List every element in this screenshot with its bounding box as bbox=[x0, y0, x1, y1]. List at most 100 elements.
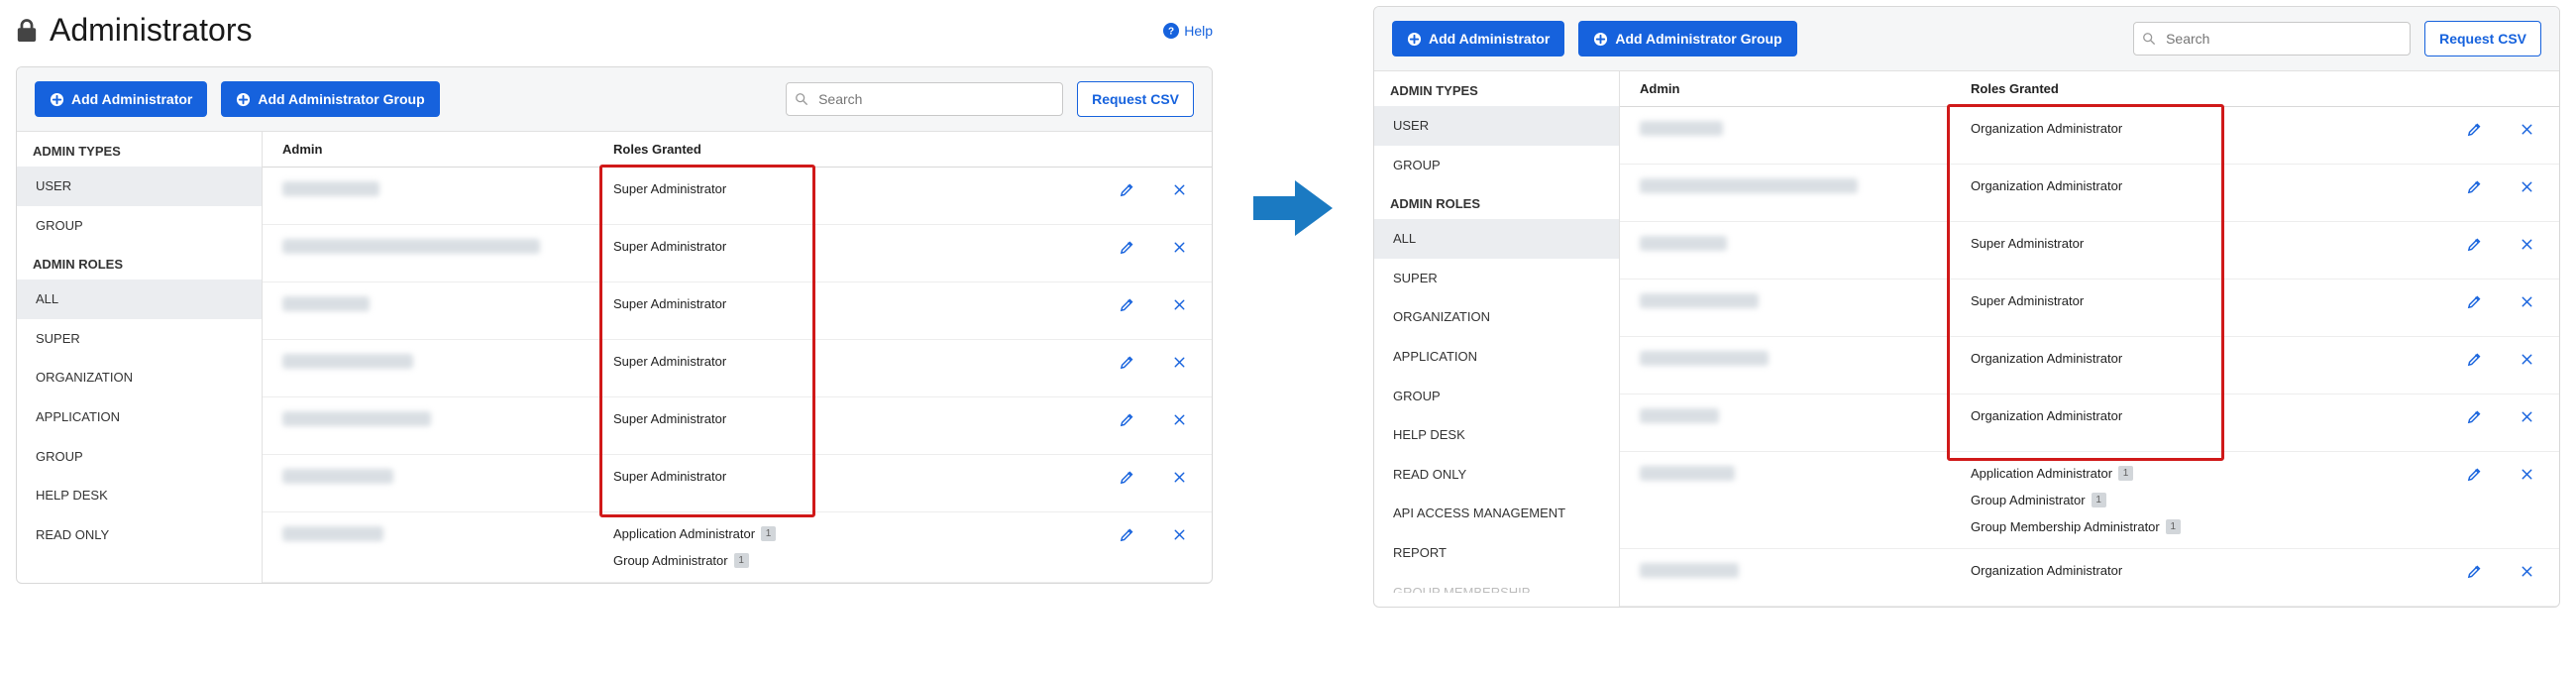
edit-icon[interactable] bbox=[1119, 181, 1135, 198]
sidebar-item[interactable]: SUPER bbox=[1374, 259, 1619, 298]
edit-icon[interactable] bbox=[1119, 411, 1135, 428]
sidebar-item[interactable]: GROUP bbox=[1374, 377, 1619, 416]
admin-cell[interactable] bbox=[1630, 466, 1967, 484]
edit-icon[interactable] bbox=[1119, 469, 1135, 486]
add-group-button[interactable]: Add Administrator Group bbox=[1578, 21, 1796, 56]
request-csv-button[interactable]: Request CSV bbox=[2424, 21, 2541, 56]
add-group-button[interactable]: Add Administrator Group bbox=[221, 81, 439, 117]
add-admin-label: Add Administrator bbox=[71, 91, 192, 107]
role-line: Super Administrator bbox=[613, 239, 1085, 254]
admin-cell[interactable] bbox=[1630, 351, 1967, 369]
close-icon[interactable] bbox=[2519, 236, 2535, 253]
sidebar-item[interactable]: ORGANIZATION bbox=[1374, 297, 1619, 337]
add-admin-button[interactable]: Add Administrator bbox=[1392, 21, 1564, 56]
roles-cell: Super Administrator bbox=[609, 469, 1085, 484]
sidebar-item[interactable]: ALL bbox=[1374, 219, 1619, 259]
table-row: Super Administrator bbox=[263, 225, 1212, 282]
sidebar-item[interactable]: GROUP bbox=[17, 437, 262, 477]
edit-icon[interactable] bbox=[2466, 351, 2483, 368]
sidebar-item[interactable]: API ACCESS MANAGEMENT bbox=[1374, 494, 1619, 533]
search-input[interactable] bbox=[786, 82, 1063, 116]
admin-cell[interactable] bbox=[272, 526, 609, 544]
close-icon[interactable] bbox=[1171, 296, 1188, 313]
search-icon bbox=[795, 92, 808, 106]
sidebar-item[interactable]: ORGANIZATION bbox=[17, 358, 262, 397]
sidebar-item[interactable]: HELP DESK bbox=[1374, 415, 1619, 455]
edit-icon[interactable] bbox=[2466, 293, 2483, 310]
edit-icon[interactable] bbox=[2466, 563, 2483, 580]
edit-icon[interactable] bbox=[1119, 526, 1135, 543]
role-line: Organization Administrator bbox=[1971, 408, 2432, 423]
edit-icon[interactable] bbox=[2466, 178, 2483, 195]
close-icon[interactable] bbox=[2519, 121, 2535, 138]
close-icon[interactable] bbox=[2519, 351, 2535, 368]
admin-cell[interactable] bbox=[1630, 236, 1967, 254]
roles-cell: Super Administrator bbox=[1967, 293, 2432, 308]
sidebar-item[interactable]: ALL bbox=[17, 280, 262, 319]
add-admin-label: Add Administrator bbox=[1429, 31, 1550, 47]
sidebar-item[interactable]: APPLICATION bbox=[17, 397, 262, 437]
edit-icon[interactable] bbox=[2466, 236, 2483, 253]
sidebar-item[interactable]: READ ONLY bbox=[17, 515, 262, 555]
close-icon[interactable] bbox=[2519, 408, 2535, 425]
search-input[interactable] bbox=[2133, 22, 2411, 56]
close-icon[interactable] bbox=[1171, 354, 1188, 371]
sidebar-heading-roles: ADMIN ROLES bbox=[1374, 184, 1619, 219]
role-line: Group Membership Administrator1 bbox=[1971, 519, 2432, 534]
close-icon[interactable] bbox=[2519, 563, 2535, 580]
edit-icon[interactable] bbox=[1119, 354, 1135, 371]
close-icon[interactable] bbox=[1171, 181, 1188, 198]
admin-cell[interactable] bbox=[1630, 408, 1967, 426]
admin-cell[interactable] bbox=[272, 354, 609, 372]
table-row: Super Administrator bbox=[263, 282, 1212, 340]
request-csv-button[interactable]: Request CSV bbox=[1077, 81, 1194, 117]
admin-name-redacted bbox=[1640, 351, 1769, 366]
sidebar-item[interactable]: HELP DESK bbox=[17, 476, 262, 515]
table-row: Super Administrator bbox=[263, 168, 1212, 225]
admin-name-redacted bbox=[282, 526, 383, 541]
admin-cell[interactable] bbox=[1630, 121, 1967, 139]
close-icon[interactable] bbox=[1171, 526, 1188, 543]
sidebar-item[interactable]: USER bbox=[17, 167, 262, 206]
actions-cell bbox=[1085, 411, 1194, 428]
sidebar-item[interactable]: REPORT bbox=[1374, 533, 1619, 573]
admin-cell[interactable] bbox=[1630, 563, 1967, 581]
edit-icon[interactable] bbox=[1119, 296, 1135, 313]
table-row: Organization Administrator bbox=[1620, 165, 2559, 222]
help-link[interactable]: ? Help bbox=[1163, 23, 1213, 39]
close-icon[interactable] bbox=[1171, 239, 1188, 256]
admin-name-redacted bbox=[282, 239, 540, 254]
sidebar-item[interactable]: SUPER bbox=[17, 319, 262, 359]
sidebar-item[interactable]: GROUP bbox=[1374, 146, 1619, 185]
plus-icon bbox=[50, 92, 64, 107]
admin-cell[interactable] bbox=[272, 411, 609, 429]
admin-name-redacted bbox=[1640, 236, 1727, 251]
sidebar-item[interactable]: READ ONLY bbox=[1374, 455, 1619, 495]
admin-cell[interactable] bbox=[272, 239, 609, 257]
sidebar-item[interactable]: GROUP bbox=[17, 206, 262, 246]
col-roles: Roles Granted bbox=[1967, 81, 2432, 96]
admin-cell[interactable] bbox=[272, 469, 609, 487]
close-icon[interactable] bbox=[2519, 466, 2535, 483]
close-icon[interactable] bbox=[1171, 469, 1188, 486]
role-text: Organization Administrator bbox=[1971, 408, 2122, 423]
lock-icon bbox=[16, 18, 38, 44]
edit-icon[interactable] bbox=[2466, 466, 2483, 483]
plus-icon bbox=[236, 92, 251, 107]
role-text: Super Administrator bbox=[1971, 236, 2084, 251]
edit-icon[interactable] bbox=[1119, 239, 1135, 256]
sidebar-item[interactable]: GROUP MEMBERSHIP bbox=[1374, 573, 1619, 593]
close-icon[interactable] bbox=[1171, 411, 1188, 428]
close-icon[interactable] bbox=[2519, 178, 2535, 195]
admin-cell[interactable] bbox=[272, 181, 609, 199]
admin-cell[interactable] bbox=[272, 296, 609, 314]
edit-icon[interactable] bbox=[2466, 121, 2483, 138]
edit-icon[interactable] bbox=[2466, 408, 2483, 425]
sidebar-item[interactable]: APPLICATION bbox=[1374, 337, 1619, 377]
close-icon[interactable] bbox=[2519, 293, 2535, 310]
sidebar-item[interactable]: USER bbox=[1374, 106, 1619, 146]
topbar-right: Add Administrator Add Administrator Grou… bbox=[1374, 7, 2559, 71]
admin-cell[interactable] bbox=[1630, 293, 1967, 311]
admin-cell[interactable] bbox=[1630, 178, 1967, 196]
add-admin-button[interactable]: Add Administrator bbox=[35, 81, 207, 117]
